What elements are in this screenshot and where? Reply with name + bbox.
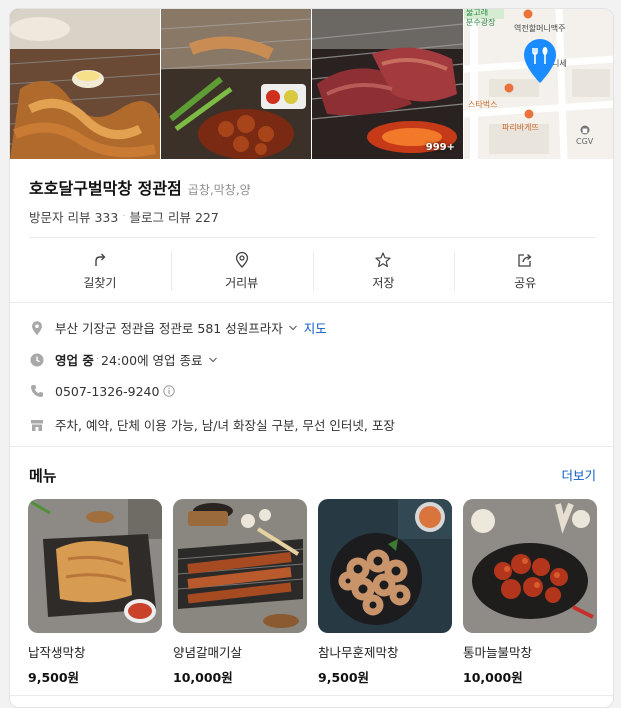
directions-label: 길찾기	[83, 276, 117, 290]
clock-icon	[30, 353, 44, 366]
amenities-text: 주차, 예약, 단체 이용 가능, 남/녀 화장실 구분, 무선 인터넷, 포장	[55, 418, 395, 433]
menu-item-name: 참나무훈제막창	[318, 645, 399, 660]
menu-item-name: 납작생막창	[28, 645, 86, 660]
separator-dot: ·	[95, 354, 100, 365]
menu-heading: 메뉴	[29, 467, 57, 485]
street-view-icon	[235, 251, 248, 268]
map-link[interactable]: 지도	[304, 318, 327, 337]
store-icon	[31, 419, 43, 431]
location-pin-icon	[32, 320, 42, 335]
share-label: 공유	[514, 276, 537, 290]
divider	[10, 695, 613, 696]
separator-dot: ·	[122, 211, 126, 222]
star-icon	[375, 252, 391, 268]
directions-button[interactable]: 길찾기	[29, 247, 171, 295]
divider	[10, 302, 613, 303]
menu-photo	[318, 499, 452, 633]
menu-item[interactable]: 참나무훈제막창 9,500원	[318, 499, 452, 686]
menu-item[interactable]: 통마늘불막창 10,000원	[463, 499, 597, 686]
save-label: 저장	[372, 276, 395, 290]
open-status: 영업 중	[55, 353, 94, 368]
map-thumbnail[interactable]: 물고래 분수광장 역전할머니맥주 니세 스타벅스 파리바게뜨 CGV ■	[464, 9, 613, 159]
amenities-row: 주차, 예약, 단체 이용 가능, 남/녀 화장실 구분, 무선 인터넷, 포장	[29, 415, 395, 434]
map-label-paris: 파리바게뜨	[502, 123, 539, 132]
photo-seasoned-dish[interactable]	[161, 9, 311, 159]
phone-number[interactable]: 0507-1326-9240	[55, 384, 159, 399]
pub-poi-icon	[523, 9, 533, 19]
map-label-restaurant: 역전할머니맥주	[514, 24, 566, 33]
address-row[interactable]: 부산 기장군 정관읍 정관로 581 성원프라자 지도	[29, 318, 327, 337]
hours-row[interactable]: 영업 중 · 24:00에 영업 종료	[29, 350, 218, 369]
info-circle-icon[interactable]	[163, 385, 176, 397]
review-counts: 방문자 리뷰 333 · 블로그 리뷰 227	[29, 207, 219, 226]
menu-item-name: 양념갈매기살	[173, 645, 243, 660]
blog-review-link[interactable]: 블로그 리뷰 227	[130, 207, 219, 226]
photo-grilled-makchang[interactable]	[10, 9, 160, 159]
place-name: 호호달구벌막창 정관점	[29, 179, 182, 198]
chevron-down-icon[interactable]	[208, 355, 218, 365]
map-pin-icon	[524, 39, 556, 83]
divider	[29, 237, 596, 238]
visitor-review-link[interactable]: 방문자 리뷰 333	[29, 207, 118, 226]
photo-grilled-meat[interactable]: 999+	[312, 9, 463, 159]
menu-item-name: 통마늘불막창	[463, 645, 533, 660]
phone-row[interactable]: 0507-1326-9240	[29, 383, 176, 399]
menu-item[interactable]: 양념갈매기살 10,000원	[173, 499, 307, 686]
menu-item[interactable]: 납작생막창 9,500원	[28, 499, 162, 686]
menu-photo	[28, 499, 162, 633]
map-label-cgv: CGV	[576, 137, 594, 146]
place-card: 999+ 물고래 분수광장 역전할머니맥주 니세 스타벅스 파리바게뜨 CGV	[9, 8, 614, 708]
address-text: 부산 기장군 정관읍 정관로 581 성원프라자	[55, 321, 283, 336]
save-button[interactable]: 저장	[312, 247, 455, 295]
action-bar: 길찾기 거리뷰 저장 공유	[29, 247, 596, 295]
menu-item-price: 9,500원	[318, 670, 370, 685]
place-title-row: 호호달구벌막창 정관점 곱창,막창,양	[29, 175, 251, 199]
place-category: 곱창,막창,양	[187, 183, 251, 197]
share-button[interactable]: 공유	[454, 247, 596, 295]
menu-photo	[463, 499, 597, 633]
menu-item-price: 9,500원	[28, 670, 80, 685]
divider	[10, 446, 613, 447]
share-icon	[518, 254, 532, 267]
photo-strip: 999+ 물고래 분수광장 역전할머니맥주 니세 스타벅스 파리바게뜨 CGV	[10, 9, 613, 159]
bakery-poi-icon	[524, 109, 534, 119]
menu-photo	[173, 499, 307, 633]
street-view-button[interactable]: 거리뷰	[170, 247, 313, 295]
cgv-poi-icon: ■	[580, 125, 590, 135]
svg-text:■: ■	[582, 128, 588, 135]
menu-item-price: 10,000원	[173, 670, 233, 685]
phone-icon	[31, 385, 43, 397]
menu-more-link[interactable]: 더보기	[561, 465, 596, 484]
map-label-starbucks: 스타벅스	[468, 100, 498, 109]
street-view-label: 거리뷰	[225, 276, 259, 290]
closing-time: 24:00에 영업 종료	[101, 353, 203, 368]
chevron-down-icon[interactable]	[288, 323, 298, 333]
menu-item-price: 10,000원	[463, 670, 523, 685]
cafe-poi-icon	[504, 83, 514, 93]
map-label-fountain: 분수광장	[466, 18, 496, 27]
directions-icon	[95, 253, 106, 266]
photo-count-badge: 999+	[425, 142, 455, 153]
